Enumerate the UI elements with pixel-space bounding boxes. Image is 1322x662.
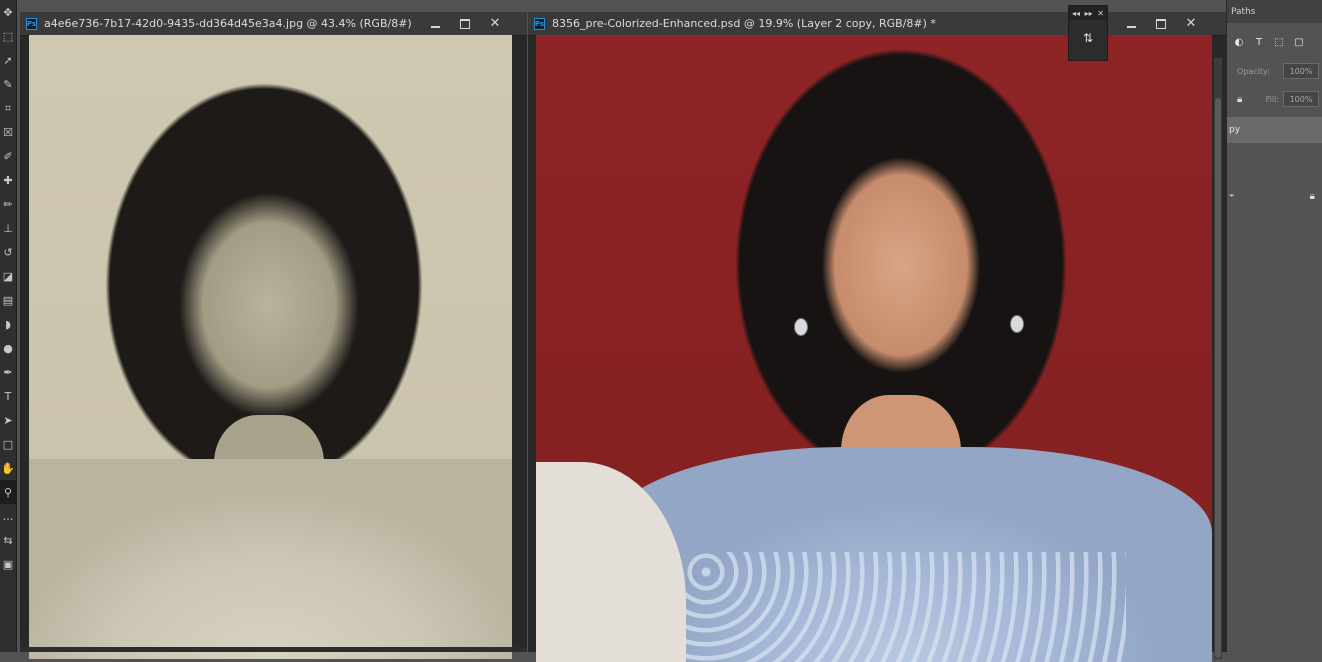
close-dock-icon[interactable]: ✕: [1097, 9, 1104, 18]
blur-tool-icon[interactable]: ◗: [0, 312, 16, 336]
minimize-icon: [430, 25, 440, 28]
eyedropper-tool-icon[interactable]: ✐: [0, 144, 16, 168]
hand-tool-icon[interactable]: ✋: [0, 456, 16, 480]
document-title-left: a4e6e736-7b17-42d0-9435-dd364d45e3a4.jpg…: [44, 17, 412, 30]
earring-right: [1010, 315, 1024, 333]
history-icon: ⇅: [1082, 31, 1094, 45]
shape-tool-icon[interactable]: □: [0, 432, 16, 456]
panel-tab-bar: Paths: [1227, 0, 1322, 23]
document-title-right: 8356_pre-Colorized-Enhanced.psd @ 19.9% …: [552, 17, 936, 30]
history-panel-button[interactable]: ⇅: [1077, 27, 1099, 49]
layer-name: py: [1229, 125, 1241, 135]
close-button[interactable]: ✕: [1176, 12, 1206, 35]
canvas-colorized-photo[interactable]: [536, 35, 1212, 662]
lock-transparency-icon[interactable]: 🔒︎: [1237, 94, 1242, 105]
photoshop-doc-icon: Ps: [26, 17, 37, 30]
opacity-input[interactable]: 100%: [1283, 63, 1319, 79]
clone-stamp-tool-icon[interactable]: ⊥: [0, 216, 16, 240]
quick-select-tool-icon[interactable]: ✎: [0, 72, 16, 96]
document-bottom-edge: [20, 647, 527, 652]
collapsed-panel-dock: ◂◂ ▸▸ ✕ ⇅: [1068, 5, 1108, 61]
fill-field: 🔒︎ Fill: 100%: [1227, 87, 1322, 111]
maximize-icon: [460, 18, 470, 29]
canvas-original-photo[interactable]: [29, 35, 512, 659]
layers-panel: Paths ◐ T ⬚ ▢ Opacity: 100% 🔒︎ Fill: 100% p…: [1226, 0, 1322, 652]
tools-panel: ✥ ⬚ ➚ ✎ ⌗ ☒ ✐ ✚ ✏ ⊥ ↺ ◪ ▤ ◗ ● ✒ T ➤ □ ✋ ⚲… ⇆ ▣: [0, 0, 17, 652]
close-icon: ✕: [489, 16, 501, 31]
adjustment-filter-icon[interactable]: ◐: [1233, 36, 1245, 48]
minimize-icon: [1126, 25, 1136, 28]
vertical-scrollbar[interactable]: [1214, 58, 1222, 659]
document-window-left: Ps a4e6e736-7b17-42d0-9435-dd364d45e3a4.…: [20, 12, 527, 659]
photoshop-doc-icon: Ps: [534, 17, 545, 30]
collapse-dock-icon[interactable]: ◂◂: [1072, 9, 1080, 18]
gradient-tool-icon[interactable]: ▤: [0, 288, 16, 312]
earring-left: [794, 318, 808, 336]
marquee-tool-icon[interactable]: ⬚: [0, 24, 16, 48]
move-tool-icon[interactable]: ✥: [0, 0, 16, 24]
dock-header: ◂◂ ▸▸ ✕: [1069, 6, 1107, 20]
maximize-button[interactable]: [1146, 12, 1176, 35]
type-tool-icon[interactable]: T: [0, 384, 16, 408]
crop-tool-icon[interactable]: ⌗: [0, 96, 16, 120]
path-select-tool-icon[interactable]: ➤: [0, 408, 16, 432]
layer-row-selected[interactable]: py: [1227, 117, 1322, 143]
fill-label: Fill:: [1265, 94, 1279, 104]
maximize-button[interactable]: [450, 12, 480, 35]
color-swatches-icon[interactable]: ▣: [0, 552, 16, 576]
healing-brush-tool-icon[interactable]: ✚: [0, 168, 16, 192]
layer-mask-link-icon: ⌁: [1229, 191, 1235, 201]
more-tools-icon[interactable]: …: [0, 504, 16, 528]
photo-region-lace: [686, 552, 1126, 662]
minimize-button[interactable]: [1116, 12, 1146, 35]
frame-tool-icon[interactable]: ☒: [0, 120, 16, 144]
lasso-tool-icon[interactable]: ➚: [0, 48, 16, 72]
pen-tool-icon[interactable]: ✒: [0, 360, 16, 384]
tab-paths[interactable]: Paths: [1231, 7, 1255, 17]
brush-tool-icon[interactable]: ✏: [0, 192, 16, 216]
expand-dock-icon[interactable]: ▸▸: [1085, 9, 1093, 18]
zoom-tool-icon[interactable]: ⚲: [0, 480, 16, 504]
photo-region-shirt: [29, 459, 512, 659]
scrollbar-thumb[interactable]: [1215, 98, 1221, 658]
layer-row[interactable]: [1227, 157, 1322, 183]
smart-object-filter-icon[interactable]: ▢: [1293, 36, 1305, 48]
shape-filter-icon[interactable]: ⬚: [1273, 36, 1285, 48]
close-icon: ✕: [1185, 16, 1197, 31]
layer-lock-icon: 🔒︎: [1309, 190, 1315, 202]
maximize-icon: [1156, 18, 1166, 29]
eraser-tool-icon[interactable]: ◪: [0, 264, 16, 288]
layer-row-background[interactable]: ⌁ 🔒︎: [1227, 183, 1322, 209]
close-button[interactable]: ✕: [480, 12, 510, 35]
opacity-field: Opacity: 100%: [1227, 59, 1322, 83]
swap-colors-icon[interactable]: ⇆: [0, 528, 16, 552]
type-filter-icon[interactable]: T: [1253, 36, 1265, 48]
minimize-button[interactable]: [420, 12, 450, 35]
layer-filter-row: ◐ T ⬚ ▢: [1227, 29, 1322, 55]
document-window-right: Ps 8356_pre-Colorized-Enhanced.psd @ 19.…: [528, 12, 1226, 662]
history-brush-tool-icon[interactable]: ↺: [0, 240, 16, 264]
dodge-tool-icon[interactable]: ●: [0, 336, 16, 360]
opacity-label: Opacity:: [1237, 66, 1270, 76]
fill-input[interactable]: 100%: [1283, 91, 1319, 107]
